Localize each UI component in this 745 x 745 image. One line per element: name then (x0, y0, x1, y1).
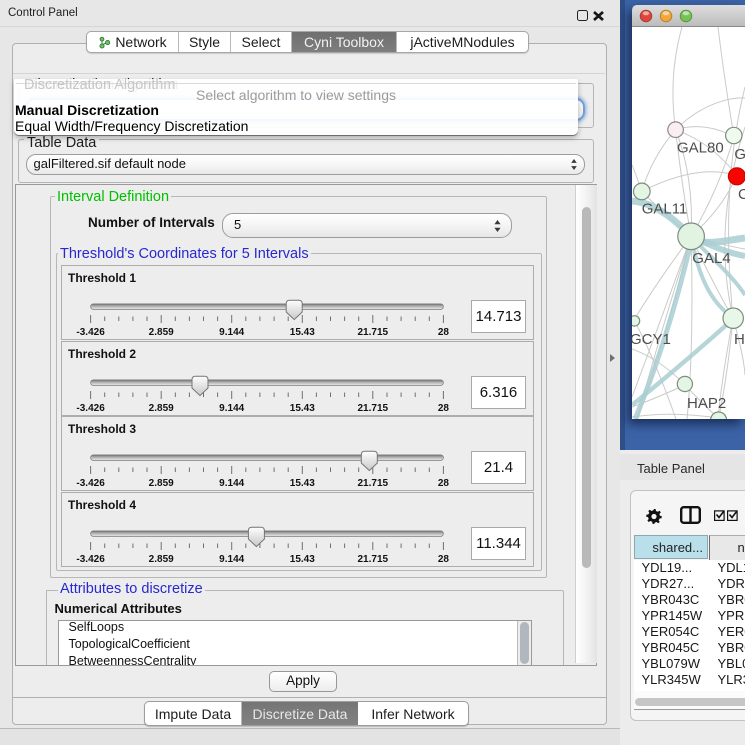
svg-text:9.144: 9.144 (219, 403, 244, 414)
svg-text:21.715: 21.715 (358, 327, 389, 338)
svg-text:21.715: 21.715 (358, 478, 389, 489)
svg-text:-3.426: -3.426 (76, 478, 105, 489)
svg-text:15.43: 15.43 (290, 478, 315, 489)
svg-text:2.859: 2.859 (149, 403, 174, 414)
svg-text:15.43: 15.43 (290, 327, 315, 338)
svg-text:9.144: 9.144 (219, 478, 244, 489)
svg-text:GAL4: GAL4 (692, 250, 730, 267)
svg-text:GAL80: GAL80 (677, 140, 724, 157)
svg-text:21.715: 21.715 (358, 403, 389, 414)
svg-text:GCY1: GCY1 (632, 331, 671, 348)
svg-text:GAL1: GAL1 (734, 146, 745, 163)
svg-text:28: 28 (438, 478, 450, 489)
svg-text:28: 28 (438, 554, 450, 565)
svg-text:28: 28 (438, 327, 450, 338)
svg-text:HA: HA (734, 331, 745, 348)
svg-text:-3.426: -3.426 (76, 327, 105, 338)
svg-text:15.43: 15.43 (290, 403, 315, 414)
svg-text:9.144: 9.144 (219, 554, 244, 565)
svg-text:9.144: 9.144 (219, 327, 244, 338)
svg-text:2.859: 2.859 (149, 478, 174, 489)
svg-text:21.715: 21.715 (358, 554, 389, 565)
svg-text:2.859: 2.859 (149, 554, 174, 565)
svg-text:15.43: 15.43 (290, 554, 315, 565)
svg-text:GAL11: GAL11 (642, 200, 688, 217)
svg-text:2.859: 2.859 (149, 327, 174, 338)
svg-text:CY: CY (738, 186, 745, 203)
svg-text:-3.426: -3.426 (76, 554, 105, 565)
svg-text:-3.426: -3.426 (76, 403, 105, 414)
svg-text:HAP2: HAP2 (687, 395, 726, 412)
svg-text:28: 28 (438, 403, 450, 414)
